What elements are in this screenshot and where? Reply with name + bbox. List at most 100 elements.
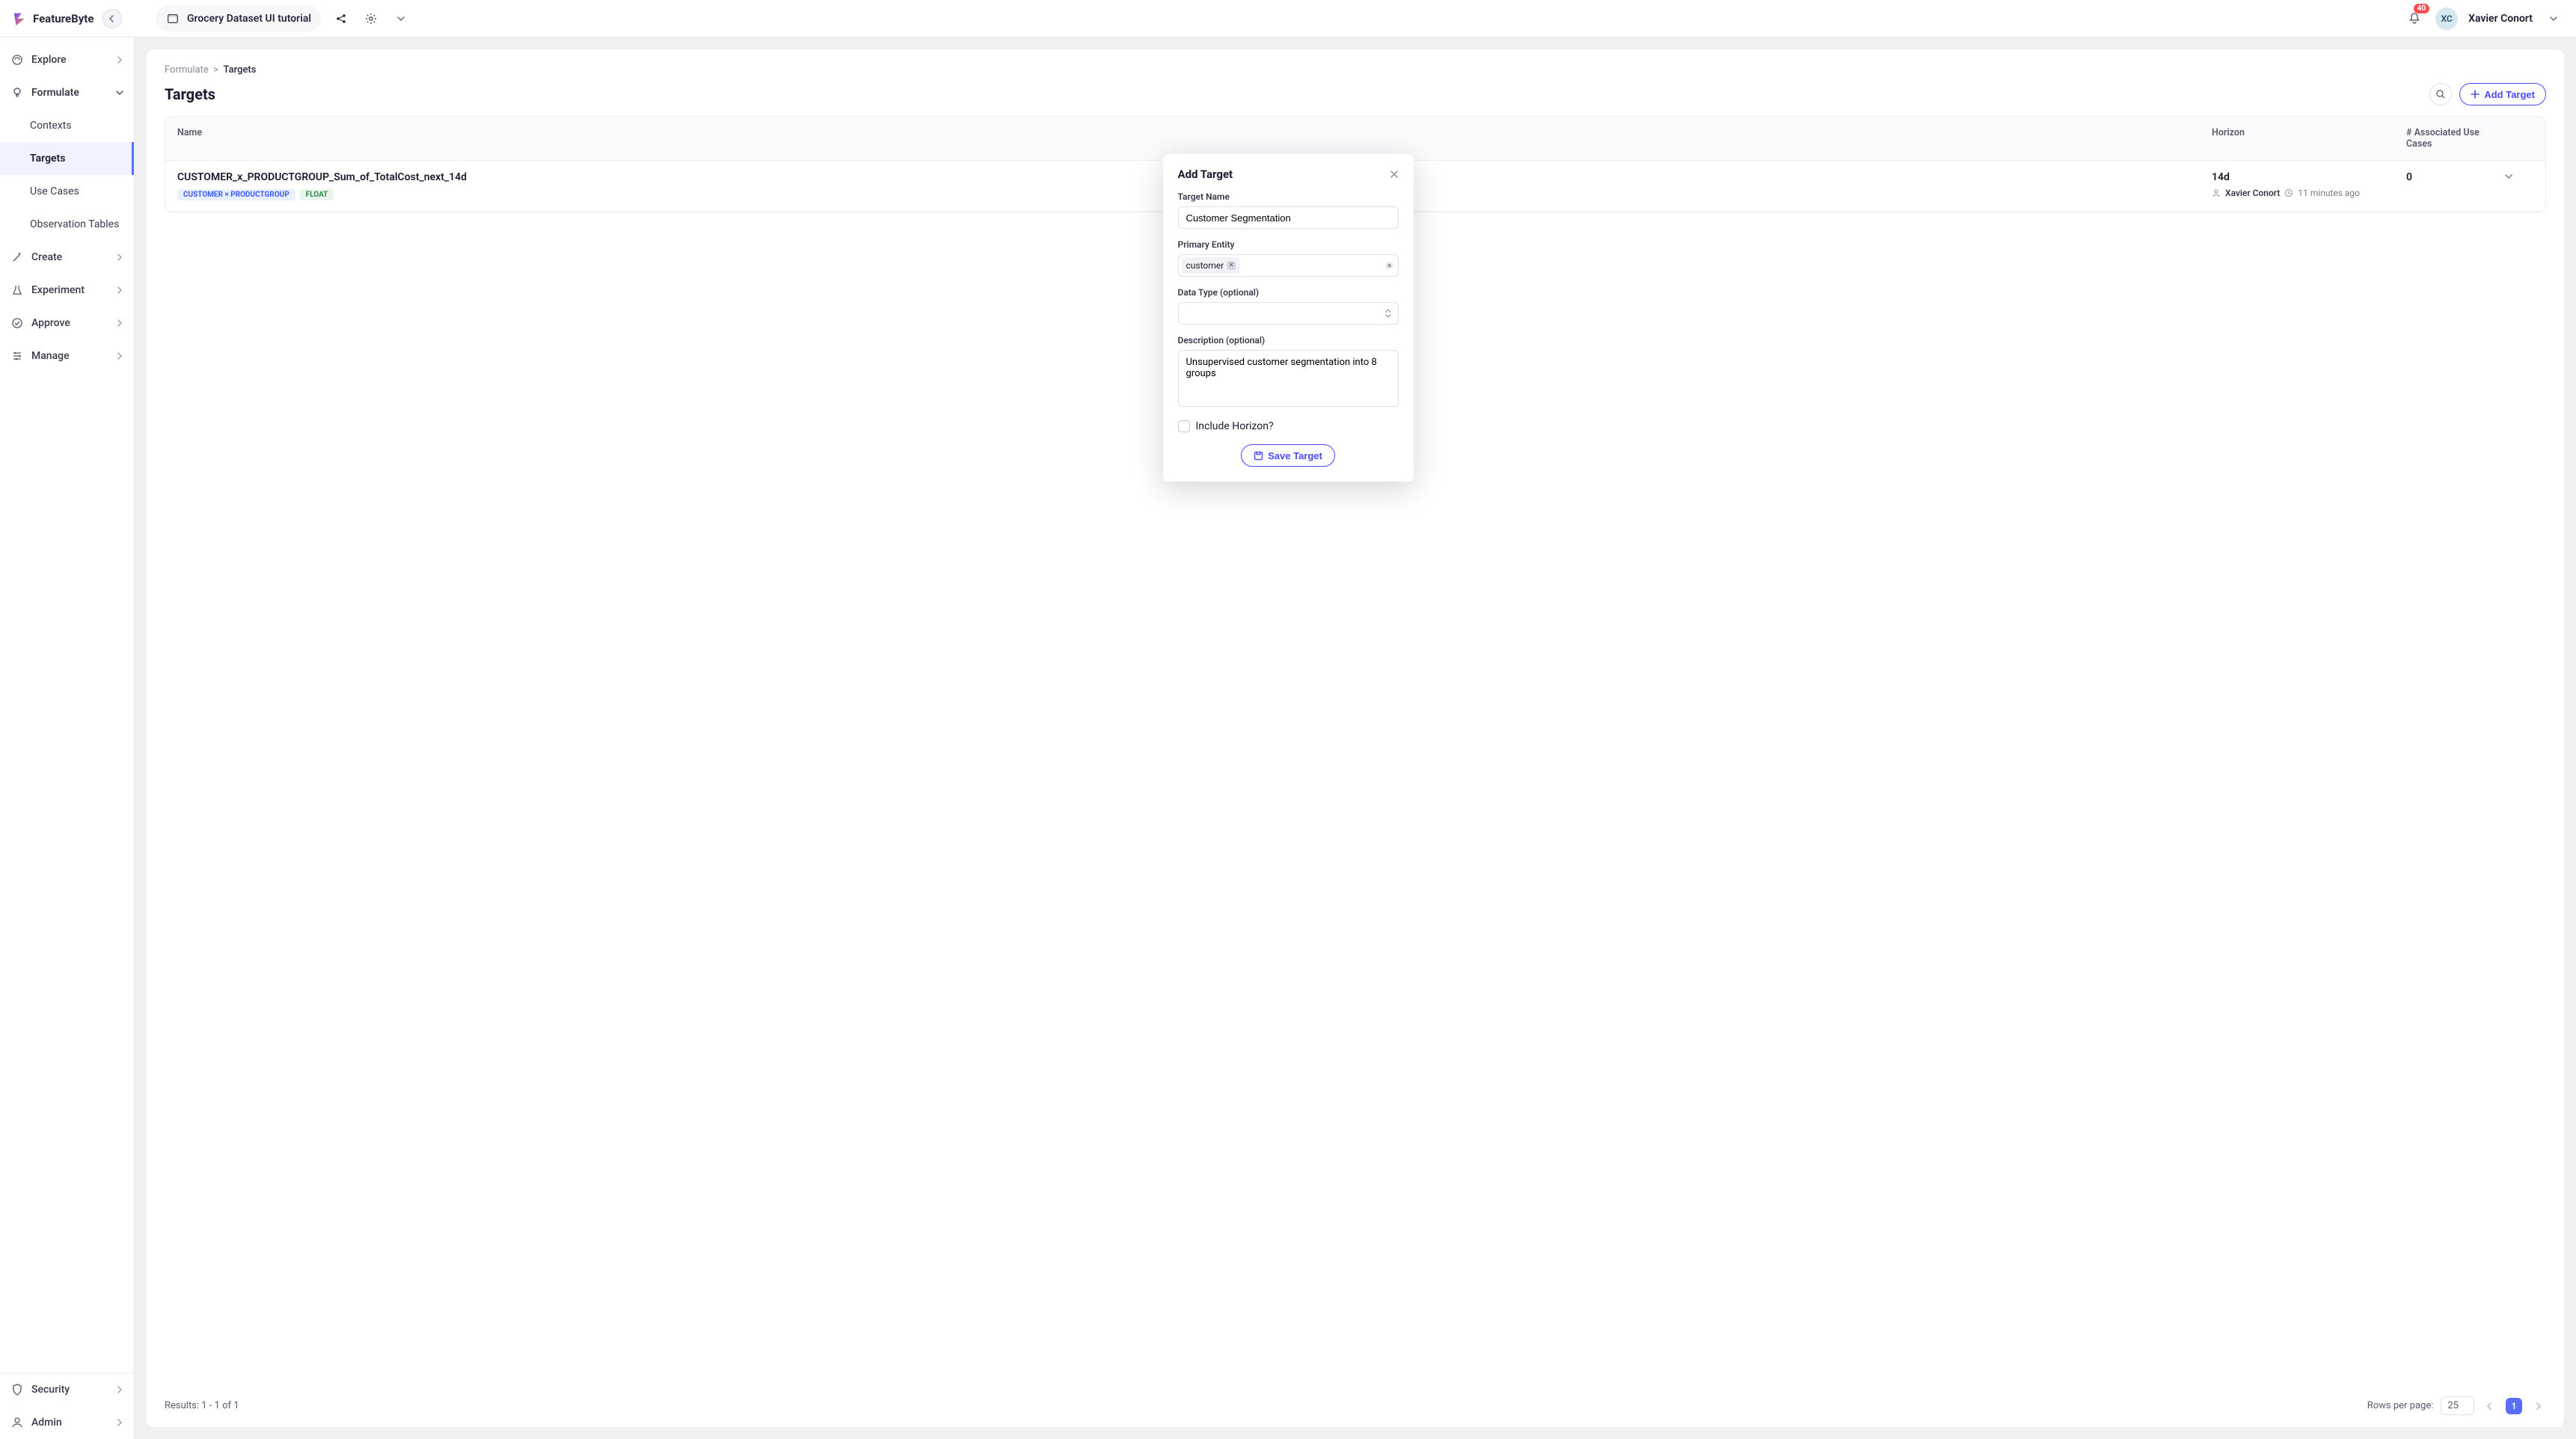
sidebar-item-use-cases[interactable]: Use Cases: [0, 175, 134, 208]
description-textarea[interactable]: [1178, 350, 1399, 407]
sidebar-item-contexts[interactable]: Contexts: [0, 109, 134, 142]
rows-per-page-label: Rows per page:: [2367, 1400, 2434, 1411]
notification-badge: 40: [2414, 4, 2429, 13]
wand-icon: [10, 251, 24, 264]
clear-entities-button[interactable]: [1385, 262, 1393, 270]
author-name: Xavier Conort: [2225, 188, 2280, 198]
collapse-sidebar-button[interactable]: [102, 9, 122, 28]
chevron-right-icon: [2534, 1402, 2542, 1410]
brand-logo[interactable]: FeatureByte: [12, 10, 93, 27]
save-target-label: Save Target: [1268, 450, 1322, 461]
results-summary: Results: 1 - 1 of 1: [165, 1400, 239, 1411]
type-tag: FLOAT: [300, 189, 334, 200]
chevron-right-icon: [116, 286, 123, 294]
chevron-down-icon: [116, 89, 123, 96]
rows-per-page-value: 25: [2447, 1400, 2459, 1411]
rows-per-page-select[interactable]: 25: [2441, 1396, 2474, 1415]
sidebar-item-label: Observation Tables: [30, 218, 119, 230]
entity-chip-label: customer: [1186, 260, 1224, 271]
avatar[interactable]: XC: [2435, 7, 2458, 30]
sidebar-item-approve[interactable]: Approve: [0, 307, 134, 340]
primary-entity-input[interactable]: customer ✕: [1178, 254, 1399, 277]
table-footer: Results: 1 - 1 of 1 Rows per page: 25 1: [165, 1386, 2546, 1415]
plus-icon: [2471, 90, 2480, 99]
chevron-down-icon: [2550, 15, 2557, 22]
sidebar-item-experiment[interactable]: Experiment: [0, 274, 134, 307]
prev-page-button[interactable]: [2482, 1398, 2498, 1414]
sidebar-item-admin[interactable]: Admin: [0, 1406, 134, 1439]
modal-close-button[interactable]: [1390, 170, 1399, 179]
chip-remove-button[interactable]: ✕: [1227, 261, 1236, 270]
close-icon: [1390, 170, 1399, 179]
share-icon: [335, 13, 347, 25]
breadcrumb-root[interactable]: Formulate: [165, 64, 209, 76]
sidebar-item-create[interactable]: Create: [0, 241, 134, 274]
user-icon: [10, 1416, 24, 1429]
include-horizon-checkbox[interactable]: [1178, 420, 1190, 432]
chevron-right-icon: [116, 254, 123, 261]
catalog-name: Grocery Dataset UI tutorial: [187, 13, 311, 25]
select-chevrons-icon: [1384, 308, 1392, 319]
sliders-icon: [10, 349, 24, 363]
breadcrumb-leaf: Targets: [224, 64, 257, 76]
top-header: FeatureByte Grocery Dataset UI tutorial: [0, 0, 2576, 37]
sidebar-item-label: Create: [31, 251, 62, 263]
next-page-button[interactable]: [2530, 1398, 2546, 1414]
sidebar-item-label: Manage: [31, 350, 70, 362]
user-icon: [2212, 188, 2221, 197]
modal-title: Add Target: [1178, 168, 1233, 181]
sidebar: Explore Formulate Contexts Targets Use C…: [0, 37, 135, 1439]
created-age: 11 minutes ago: [2298, 188, 2360, 198]
check-circle-icon: [10, 316, 24, 330]
brain-icon: [10, 53, 24, 67]
chevron-left-icon: [2486, 1402, 2494, 1410]
chevron-right-icon: [116, 1419, 123, 1426]
flask-icon: [10, 283, 24, 297]
user-menu-chevron[interactable]: [2543, 8, 2564, 29]
target-name-input[interactable]: [1178, 206, 1399, 229]
user-name: Xavier Conort: [2468, 13, 2533, 25]
sidebar-item-security[interactable]: Security: [0, 1373, 134, 1406]
expand-row-button[interactable]: [2503, 171, 2533, 182]
add-target-button[interactable]: Add Target: [2459, 83, 2546, 105]
bulb-icon: [10, 86, 24, 99]
sidebar-item-label: Security: [31, 1384, 70, 1396]
horizon-value: 14d: [2212, 171, 2406, 183]
notifications-button[interactable]: 40: [2404, 8, 2425, 29]
page-number-current[interactable]: 1: [2506, 1398, 2522, 1414]
sidebar-item-explore[interactable]: Explore: [0, 43, 134, 76]
entity-tag: CUSTOMER × PRODUCTGROUP: [177, 189, 295, 200]
chevron-right-icon: [116, 352, 123, 360]
gear-icon: [365, 13, 377, 25]
sidebar-item-manage[interactable]: Manage: [0, 340, 134, 372]
shield-icon: [10, 1383, 24, 1396]
save-icon: [1254, 451, 1263, 461]
chevron-down-icon: [2503, 171, 2533, 182]
save-target-button[interactable]: Save Target: [1241, 444, 1335, 467]
sidebar-item-label: Admin: [31, 1417, 62, 1429]
catalog-chevron[interactable]: [390, 8, 411, 29]
description-label: Description (optional): [1178, 335, 1399, 346]
entity-chip: customer ✕: [1182, 257, 1241, 274]
catalog-selector[interactable]: Grocery Dataset UI tutorial: [156, 5, 322, 32]
sidebar-item-targets[interactable]: Targets: [0, 142, 134, 175]
sidebar-item-observation-tables[interactable]: Observation Tables: [0, 208, 134, 241]
chevron-down-icon: [396, 14, 405, 23]
sidebar-item-label: Approve: [31, 317, 70, 329]
sidebar-item-label: Explore: [31, 54, 67, 66]
share-button[interactable]: [331, 8, 352, 29]
catalog-icon: [166, 12, 180, 25]
search-button[interactable]: [2429, 83, 2452, 105]
include-horizon-label: Include Horizon?: [1196, 420, 1274, 432]
sidebar-item-label: Contexts: [30, 120, 72, 132]
col-assoc: # Associated Use Cases: [2406, 127, 2503, 150]
avatar-initials: XC: [2441, 13, 2452, 24]
data-type-select[interactable]: [1178, 302, 1399, 325]
col-horizon: Horizon: [2212, 127, 2406, 138]
primary-entity-label: Primary Entity: [1178, 239, 1399, 250]
sidebar-item-formulate[interactable]: Formulate: [0, 76, 134, 109]
settings-button[interactable]: [361, 8, 381, 29]
sidebar-item-label: Experiment: [31, 284, 85, 296]
data-type-label: Data Type (optional): [1178, 287, 1399, 298]
assoc-count: 0: [2406, 171, 2503, 183]
